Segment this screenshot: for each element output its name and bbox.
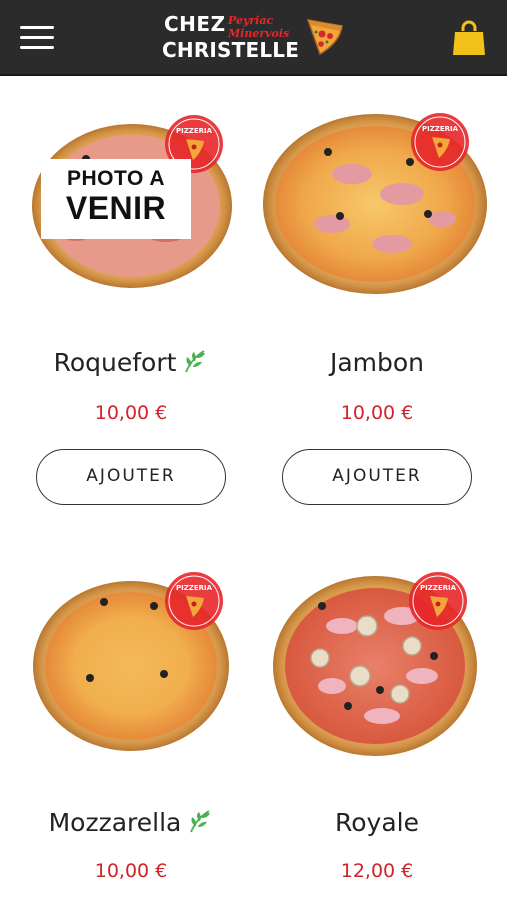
badge-text: PIZZERIA [176, 127, 213, 135]
app-header: CHEZ Peyriac Minervois CHRISTELLE [0, 0, 507, 76]
logo-text-line1: CHEZ [164, 12, 226, 36]
product-name-text: Royale [335, 808, 419, 837]
hamburger-menu-icon[interactable] [20, 26, 54, 50]
brand-logo[interactable]: CHEZ Peyriac Minervois CHRISTELLE [162, 10, 352, 66]
product-card: PIZZERIA Jambon 10,00 € AJOUTER [262, 104, 492, 524]
add-to-cart-button[interactable]: AJOUTER [36, 449, 226, 505]
product-name[interactable]: Jambon [262, 348, 492, 377]
product-price: 10,00 € [94, 860, 168, 882]
badge-text: PIZZERIA [176, 584, 213, 592]
logo-town-line1: Peyriac [228, 14, 274, 27]
pizzeria-badge-icon: PIZZERIA [165, 572, 223, 630]
vegetarian-leaf-icon [185, 350, 206, 373]
product-name-text: Roquefort [53, 348, 177, 377]
product-name[interactable]: Mozzarella [16, 808, 246, 837]
product-price: 10,00 € [94, 402, 168, 424]
product-name-text: Jambon [329, 348, 425, 377]
product-card: PIZZERIA Royale 12,00 € [262, 566, 492, 900]
badge-text: PIZZERIA [420, 584, 457, 592]
placeholder-line2: VENIR [65, 190, 167, 226]
vegetarian-leaf-icon [190, 810, 211, 833]
product-name[interactable]: Roquefort [16, 348, 246, 377]
pizzeria-badge-icon: PIZZERIA [411, 113, 469, 171]
badge-text: PIZZERIA [422, 125, 459, 133]
placeholder-line1: PHOTO A [66, 167, 165, 190]
product-name[interactable]: Royale [262, 808, 492, 837]
product-card: PIZZERIA PHOTO A VENIR Roquefort 10,00 €… [16, 104, 246, 524]
product-name-text: Mozzarella [48, 808, 182, 837]
pizza-slice-icon [306, 19, 343, 56]
photo-placeholder: PHOTO A VENIR [41, 159, 191, 239]
shopping-bag-icon[interactable] [452, 20, 486, 56]
add-to-cart-button[interactable]: AJOUTER [282, 449, 472, 505]
logo-text-line2: CHRISTELLE [162, 38, 300, 62]
product-card: PIZZERIA Mozzarella 10,00 € [16, 566, 246, 900]
product-price: 10,00 € [340, 402, 414, 424]
product-price: 12,00 € [340, 860, 414, 882]
pizzeria-badge-icon: PIZZERIA [409, 572, 467, 630]
